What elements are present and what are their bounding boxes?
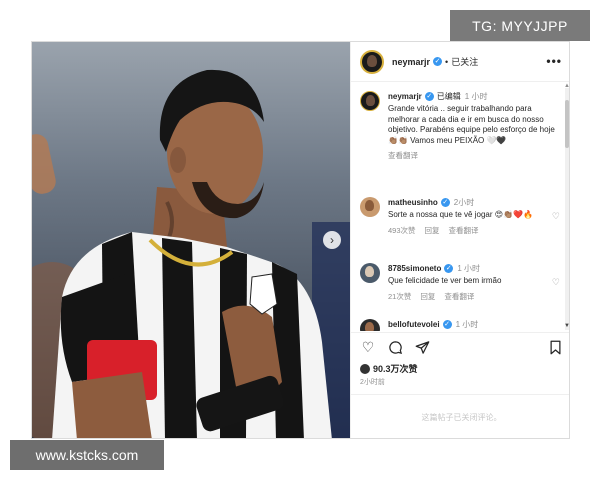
edited-tag: 已编辑 bbox=[436, 92, 461, 101]
player-illustration bbox=[52, 69, 332, 438]
caption-username[interactable]: neymarjr bbox=[388, 92, 422, 101]
post-header: neymarjr ✓ • 已关注 ••• bbox=[351, 42, 569, 82]
see-translation-link[interactable]: 查看翻译 bbox=[444, 292, 474, 301]
commenter-username[interactable]: 8785simoneto bbox=[388, 264, 441, 273]
comment-like-heart-icon[interactable]: ♡ bbox=[552, 277, 560, 288]
post-photo[interactable]: › bbox=[32, 42, 350, 438]
comment-text: Sorte a nossa que te vê jogar 😍👏🏽❤️🔥 bbox=[388, 210, 533, 219]
likes-count-text[interactable]: 90.3万次赞 bbox=[373, 362, 418, 375]
commenter-avatar[interactable] bbox=[360, 197, 380, 217]
author-avatar[interactable] bbox=[360, 49, 384, 74]
post-time: 2小时前 bbox=[360, 379, 385, 386]
reply-link[interactable]: 回复 bbox=[425, 226, 440, 235]
comments-list[interactable]: neymarjr ✓ 已编辑 1 小时 Grande vitória .. segui… bbox=[351, 83, 569, 331]
comment-text: Que felicidade te ver bem irmão bbox=[388, 276, 502, 285]
verified-badge-icon: ✓ bbox=[442, 320, 452, 330]
instagram-post: › neymarjr ✓ • 已关注 ••• neymarjr ✓ 已编辑 1 小时 bbox=[31, 41, 570, 439]
commenter-avatar[interactable] bbox=[360, 263, 380, 283]
caption-text: Grande vitória .. seguir trabalhando par… bbox=[388, 104, 555, 145]
comment-time: 2小时 bbox=[453, 198, 475, 207]
watermark-site: www.kstcks.com bbox=[10, 440, 164, 470]
see-translation-link[interactable]: 查看翻译 bbox=[388, 151, 418, 160]
likes-count[interactable]: 90.3万次赞 bbox=[360, 362, 418, 375]
next-photo-button[interactable]: › bbox=[323, 231, 341, 249]
commenter-avatar[interactable] bbox=[360, 319, 380, 331]
scroll-down-icon[interactable]: ▼ bbox=[564, 323, 569, 329]
share-icon[interactable] bbox=[414, 339, 430, 355]
comment-icon[interactable] bbox=[387, 339, 403, 355]
author-username[interactable]: neymarjr bbox=[392, 57, 430, 67]
separator-dot: • bbox=[445, 56, 449, 67]
scrollbar-thumb[interactable] bbox=[565, 100, 569, 148]
comments-disabled-notice: 这篇帖子已关闭评论。 bbox=[351, 394, 569, 438]
bookmark-icon[interactable] bbox=[547, 339, 563, 355]
commenter-username[interactable]: bellofutevolei bbox=[388, 320, 440, 329]
verified-badge-icon: ✓ bbox=[433, 57, 443, 66]
see-translation-link[interactable]: 查看翻译 bbox=[449, 226, 479, 235]
comment-like-heart-icon[interactable]: ♡ bbox=[552, 211, 560, 222]
commenter-username[interactable]: matheusinho bbox=[388, 198, 438, 207]
comment-time: 1 小时 bbox=[455, 320, 479, 329]
reply-link[interactable]: 回复 bbox=[420, 292, 435, 301]
verified-badge-icon: ✓ bbox=[440, 198, 450, 208]
caption-avatar[interactable] bbox=[360, 91, 380, 111]
comment-likes[interactable]: 493次赞 bbox=[388, 226, 416, 235]
verified-badge-icon: ✓ bbox=[444, 264, 454, 274]
verified-badge-icon: ✓ bbox=[424, 92, 434, 102]
following-button[interactable]: 已关注 bbox=[451, 55, 478, 68]
scroll-up-icon[interactable]: ▲ bbox=[564, 83, 569, 89]
more-options-icon[interactable]: ••• bbox=[546, 54, 562, 68]
caption-time: 1 小时 bbox=[464, 92, 488, 101]
watermark-tg: TG: MYYJJPP bbox=[450, 10, 590, 41]
page: TG: MYYJJPP › neymarjr ✓ • 已关注 ••• neyma… bbox=[0, 0, 600, 480]
comments-scrollbar[interactable] bbox=[565, 88, 569, 330]
comment-time: 1 小时 bbox=[457, 264, 481, 273]
heart-icon[interactable]: ♡ bbox=[360, 339, 376, 355]
liker-avatar bbox=[360, 363, 370, 374]
comment-likes[interactable]: 21次赞 bbox=[388, 292, 411, 301]
post-details-panel: neymarjr ✓ • 已关注 ••• neymarjr ✓ 已编辑 1 小时 Gr… bbox=[350, 42, 569, 438]
post-actions-bar: ♡ bbox=[351, 332, 569, 360]
